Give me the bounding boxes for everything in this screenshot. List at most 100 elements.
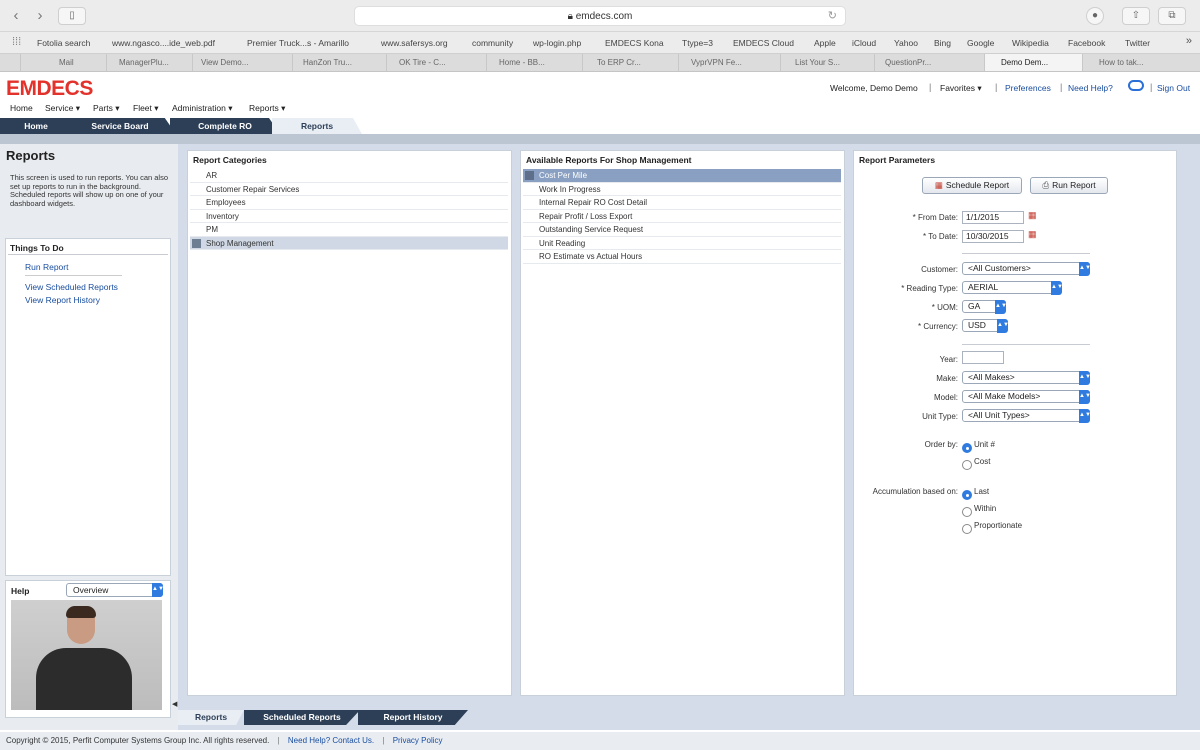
back-icon[interactable]: ‹ <box>6 7 26 25</box>
report-internal-repair-ro-cost-detail[interactable]: Internal Repair RO Cost Detail <box>523 196 841 210</box>
bookmark[interactable]: EMDECS Kona <box>605 38 664 48</box>
accumulation-proportionate-radio[interactable] <box>962 524 972 534</box>
category-pm[interactable]: PM <box>190 223 508 237</box>
bookmark[interactable]: EMDECS Cloud <box>733 38 794 48</box>
bookmark[interactable]: wp-login.php <box>533 38 581 48</box>
calendar-icon[interactable]: ▦ <box>1028 210 1040 222</box>
need-help-link[interactable]: Need Help? <box>1068 83 1113 93</box>
menu-fleet[interactable]: Fleet ▾ <box>133 103 159 114</box>
sidebar-toggle-icon[interactable]: ▯ <box>58 7 86 25</box>
bookmark[interactable]: Yahoo <box>894 38 918 48</box>
bookmark[interactable]: www.ngasco....ide_web.pdf <box>112 38 215 48</box>
tab-report-history[interactable]: Report History <box>358 710 468 725</box>
order-by-unit-radio[interactable] <box>962 443 972 453</box>
reading-type-select[interactable]: AERIAL ▲▼ <box>962 281 1063 295</box>
preferences-link[interactable]: Preferences <box>1005 83 1051 93</box>
report-work-in-progress[interactable]: Work In Progress <box>523 183 841 196</box>
menu-administration[interactable]: Administration ▾ <box>172 103 232 114</box>
browser-tab[interactable]: QuestionPr... <box>874 54 984 71</box>
sign-out-link[interactable]: Sign Out <box>1157 83 1190 93</box>
bookmark[interactable]: Ttype=3 <box>682 38 713 48</box>
help-topic-select[interactable]: Overview ▲▼ <box>66 583 164 597</box>
uom-select[interactable]: GA ▲▼ <box>962 300 1007 314</box>
browser-tab[interactable]: List Your S... <box>780 54 874 71</box>
browser-tab[interactable]: ManagerPlu... <box>106 54 192 71</box>
report-repair-profit-loss-export[interactable]: Repair Profit / Loss Export <box>523 210 841 223</box>
unit-type-select[interactable]: <All Unit Types> ▲▼ <box>962 409 1091 423</box>
browser-tab[interactable]: OK Tire - C... <box>386 54 486 71</box>
browser-tab[interactable]: Home - BB... <box>486 54 582 71</box>
shield-icon[interactable]: ● <box>1086 7 1104 25</box>
main-tab-bar: Home Service Board Complete RO Reports <box>0 118 1200 134</box>
tab-reports-bottom[interactable]: Reports <box>178 710 244 725</box>
year-input[interactable] <box>962 351 1004 364</box>
footer: Copyright © 2015, Perfit Computer System… <box>0 732 1200 750</box>
bookmark[interactable]: community <box>472 38 513 48</box>
bookmark[interactable]: Premier Truck...s - Amarillo <box>247 38 349 48</box>
browser-tab-active[interactable]: Demo Dem... <box>984 54 1082 71</box>
category-customer-repair-services[interactable]: Customer Repair Services <box>190 183 508 196</box>
order-by-cost-radio[interactable] <box>962 460 972 470</box>
emdecs-logo[interactable]: EMDECS <box>6 78 93 100</box>
category-ar[interactable]: AR <box>190 169 508 183</box>
forward-icon[interactable]: › <box>30 7 50 25</box>
from-date-input[interactable]: 1/1/2015 <box>962 211 1024 224</box>
view-report-history-link[interactable]: View Report History <box>25 295 100 305</box>
make-select[interactable]: <All Makes> ▲▼ <box>962 371 1091 385</box>
help-video[interactable] <box>11 600 162 710</box>
tab-service-board[interactable]: Service Board <box>64 118 176 134</box>
browser-tab[interactable]: To ERP Cr... <box>582 54 678 71</box>
grid-icon[interactable]: ⁞⁞⁞ <box>12 36 21 48</box>
menu-parts[interactable]: Parts ▾ <box>93 103 119 114</box>
report-outstanding-service-request[interactable]: Outstanding Service Request <box>523 223 841 237</box>
menu-service[interactable]: Service ▾ <box>45 103 80 114</box>
calendar-icon[interactable]: ▦ <box>1028 229 1040 241</box>
bookmark[interactable]: Bing <box>934 38 951 48</box>
favorites-dropdown[interactable]: Favorites ▾ <box>940 83 982 94</box>
run-report-button[interactable]: ⎙ Run Report <box>1030 177 1108 194</box>
tab-complete-ro[interactable]: Complete RO <box>170 118 280 134</box>
tabs-overview-icon[interactable]: ⧉ <box>1158 7 1186 25</box>
share-icon[interactable]: ⇧ <box>1122 7 1150 25</box>
bookmark[interactable]: Wikipedia <box>1012 38 1049 48</box>
menu-home[interactable]: Home <box>10 103 33 113</box>
report-cost-per-mile[interactable]: Cost Per Mile <box>523 169 841 183</box>
view-scheduled-reports-link[interactable]: View Scheduled Reports <box>25 282 118 292</box>
browser-tab[interactable]: Mail <box>20 54 106 71</box>
privacy-policy-link[interactable]: Privacy Policy <box>393 736 443 745</box>
menu-reports[interactable]: Reports ▾ <box>249 103 285 114</box>
bookmark[interactable]: Twitter <box>1125 38 1150 48</box>
collapse-left-icon[interactable]: ◀ <box>172 700 177 708</box>
bookmark[interactable]: iCloud <box>852 38 876 48</box>
tab-home[interactable]: Home <box>0 118 72 134</box>
bookmark[interactable]: Google <box>967 38 994 48</box>
address-bar[interactable]: 🔒︎ emdecs.com ↻ <box>354 6 846 26</box>
run-report-link[interactable]: Run Report <box>25 262 68 272</box>
browser-tab[interactable]: VyprVPN Fe... <box>678 54 780 71</box>
browser-tab[interactable]: View Demo... <box>192 54 292 71</box>
bookmark[interactable]: Facebook <box>1068 38 1105 48</box>
tab-scheduled-reports[interactable]: Scheduled Reports <box>244 710 360 725</box>
tab-reports[interactable]: Reports <box>272 118 362 134</box>
contact-us-link[interactable]: Need Help? Contact Us. <box>288 736 374 745</box>
customer-select[interactable]: <All Customers> ▲▼ <box>962 262 1091 276</box>
reload-icon[interactable]: ↻ <box>828 7 837 26</box>
browser-tab[interactable]: How to tak... <box>1082 54 1200 71</box>
report-unit-reading[interactable]: Unit Reading <box>523 237 841 250</box>
to-date-input[interactable]: 10/30/2015 <box>962 230 1024 243</box>
report-ro-estimate-vs-actual-hours[interactable]: RO Estimate vs Actual Hours <box>523 250 841 264</box>
accumulation-last-radio[interactable] <box>962 490 972 500</box>
chevron-right-icon[interactable]: » <box>1186 35 1192 47</box>
bookmark[interactable]: www.safersys.org <box>381 38 448 48</box>
bookmark[interactable]: Fotolia search <box>37 38 90 48</box>
category-employees[interactable]: Employees <box>190 196 508 210</box>
schedule-report-button[interactable]: ▦ Schedule Report <box>922 177 1022 194</box>
currency-select[interactable]: USD ▲▼ <box>962 319 1009 333</box>
accumulation-within-radio[interactable] <box>962 507 972 517</box>
chat-icon[interactable] <box>1128 80 1144 91</box>
browser-tab[interactable]: HanZon Tru... <box>292 54 386 71</box>
model-select[interactable]: <All Make Models> ▲▼ <box>962 390 1091 404</box>
category-shop-management[interactable]: Shop Management <box>190 236 508 250</box>
category-inventory[interactable]: Inventory <box>190 210 508 223</box>
bookmark[interactable]: Apple <box>814 38 836 48</box>
